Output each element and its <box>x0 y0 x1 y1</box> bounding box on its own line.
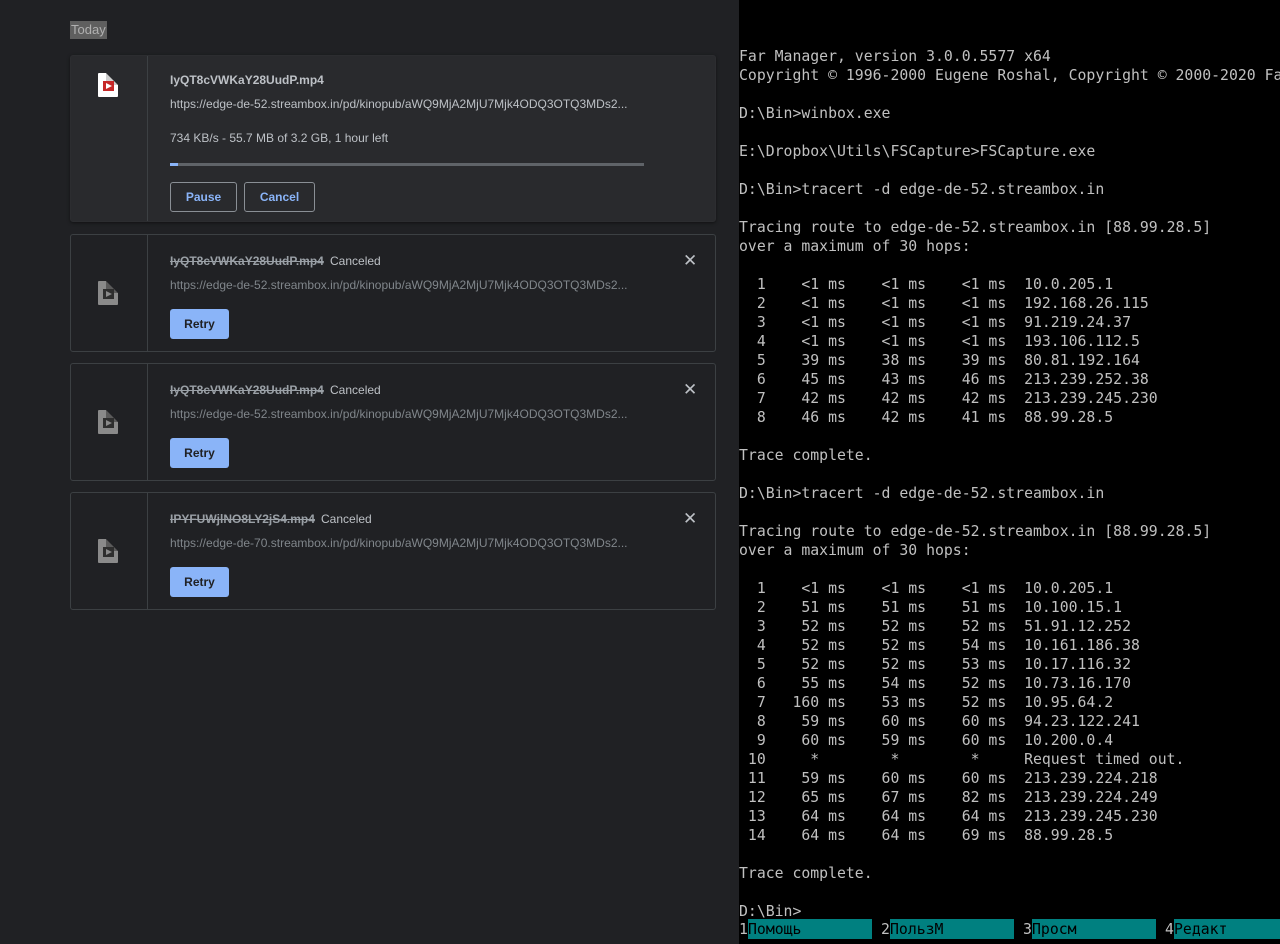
console-line: 8 59 ms 60 ms 60 ms 94.23.122.241 <box>739 713 1140 730</box>
card-divider <box>147 235 148 351</box>
console-line: 11 59 ms 60 ms 60 ms 213.239.224.218 <box>739 770 1158 787</box>
key-label: Помощь <box>748 919 872 939</box>
console-line: 9 60 ms 59 ms 60 ms 10.200.0.4 <box>739 732 1114 749</box>
console-line: Tracing route to edge-de-52.streambox.in… <box>739 219 1212 236</box>
console-line: Copyright © 1996-2000 Eugene Roshal, Cop… <box>739 67 1280 84</box>
video-file-icon <box>98 281 118 305</box>
console-line: 13 64 ms 64 ms 64 ms 213.239.245.230 <box>739 808 1158 825</box>
console-line: 1 <1 ms <1 ms <1 ms 10.0.205.1 <box>739 276 1114 293</box>
close-icon[interactable]: ✕ <box>683 510 697 527</box>
retry-button[interactable]: Retry <box>170 309 229 339</box>
download-file-name[interactable]: IyQT8cVWKaY28UudP.mp4 <box>170 73 324 87</box>
close-icon[interactable]: ✕ <box>683 252 697 269</box>
console-line: over a maximum of 30 hops: <box>739 542 971 559</box>
video-file-icon <box>98 539 118 563</box>
console-line: 12 65 ms 67 ms 82 ms 213.239.224.249 <box>739 789 1158 806</box>
download-progress-bar <box>170 163 644 166</box>
video-file-icon <box>98 73 118 97</box>
download-file-name: IyQT8cVWKaY28UudP.mp4 <box>170 254 324 268</box>
download-item-in-progress: IyQT8cVWKaY28UudP.mp4 https://edge-de-52… <box>70 55 716 222</box>
card-divider <box>147 56 148 221</box>
console-line: 7 42 ms 42 ms 42 ms 213.239.245.230 <box>739 390 1158 407</box>
key-number: 2 <box>881 921 890 938</box>
key-number: 1 <box>739 921 748 938</box>
download-status: Canceled <box>330 383 381 397</box>
console-line: 4 52 ms 52 ms 54 ms 10.161.186.38 <box>739 637 1140 654</box>
download-file-name: IPYFUWjlNO8LY2jS4.mp4 <box>170 512 315 526</box>
cancel-button[interactable]: Cancel <box>244 182 315 212</box>
function-key-bar: 1 Помощь 2 ПользМ 3 Просм 4 Редакт <box>739 919 1280 940</box>
download-item-canceled: IyQT8cVWKaY28UudP.mp4 Canceled ✕ https:/… <box>70 234 716 352</box>
console-line: 5 52 ms 52 ms 53 ms 10.17.116.32 <box>739 656 1131 673</box>
console-line: 4 <1 ms <1 ms <1 ms 193.106.112.5 <box>739 333 1140 350</box>
date-group-label: Today <box>70 21 107 39</box>
console-line: 3 <1 ms <1 ms <1 ms 91.219.24.37 <box>739 314 1131 331</box>
download-status: Canceled <box>330 254 381 268</box>
download-progress-fill <box>170 163 178 166</box>
console-line: 5 39 ms 38 ms 39 ms 80.81.192.164 <box>739 352 1140 369</box>
download-url: https://edge-de-70.streambox.in/pd/kinop… <box>170 536 628 550</box>
download-status: Canceled <box>321 512 372 526</box>
console-output: Far Manager, version 3.0.0.5577 x64 Copyr… <box>739 47 1280 921</box>
key-number: 3 <box>1023 921 1032 938</box>
console-line: 6 45 ms 43 ms 46 ms 213.239.252.38 <box>739 371 1149 388</box>
console-line: D:\Bin>tracert -d edge-de-52.streambox.i… <box>739 485 1105 502</box>
download-item-canceled: IyQT8cVWKaY28UudP.mp4 Canceled ✕ https:/… <box>70 363 716 481</box>
console-line: 2 <1 ms <1 ms <1 ms 192.168.26.115 <box>739 295 1149 312</box>
console-line: 8 46 ms 42 ms 41 ms 88.99.28.5 <box>739 409 1114 426</box>
close-icon[interactable]: ✕ <box>683 381 697 398</box>
console-line: 6 55 ms 54 ms 52 ms 10.73.16.170 <box>739 675 1131 692</box>
console-window[interactable]: Far Manager, version 3.0.0.5577 x64 Copyr… <box>739 0 1280 944</box>
console-line: E:\Dropbox\Utils\FSCapture>FSCapture.exe <box>739 143 1096 160</box>
console-line: 3 52 ms 52 ms 52 ms 51.91.12.252 <box>739 618 1131 635</box>
download-item-canceled: IPYFUWjlNO8LY2jS4.mp4 Canceled ✕ https:/… <box>70 492 716 610</box>
console-line: 14 64 ms 64 ms 69 ms 88.99.28.5 <box>739 827 1114 844</box>
download-progress-text: 734 KB/s - 55.7 MB of 3.2 GB, 1 hour lef… <box>170 131 389 145</box>
card-divider <box>147 364 148 480</box>
key-label: Просм <box>1032 919 1156 939</box>
console-line: Trace complete. <box>739 865 873 882</box>
key-number: 4 <box>1165 921 1174 938</box>
console-line: Far Manager, version 3.0.0.5577 x64 <box>739 48 1051 65</box>
retry-button[interactable]: Retry <box>170 567 229 597</box>
console-line: 2 51 ms 51 ms 51 ms 10.100.15.1 <box>739 599 1123 616</box>
download-url[interactable]: https://edge-de-52.streambox.in/pd/kinop… <box>170 97 645 111</box>
console-line: over a maximum of 30 hops: <box>739 238 971 255</box>
key-label: Редакт <box>1174 919 1280 939</box>
download-url: https://edge-de-52.streambox.in/pd/kinop… <box>170 278 628 292</box>
console-line: Trace complete. <box>739 447 873 464</box>
pause-button[interactable]: Pause <box>170 182 237 212</box>
console-line: Tracing route to edge-de-52.streambox.in… <box>739 523 1212 540</box>
retry-button[interactable]: Retry <box>170 438 229 468</box>
console-line: 10 * * * Request timed out. <box>739 751 1185 768</box>
console-line: 7 160 ms 53 ms 52 ms 10.95.64.2 <box>739 694 1114 711</box>
key-label: ПользМ <box>890 919 1014 939</box>
download-url: https://edge-de-52.streambox.in/pd/kinop… <box>170 407 628 421</box>
downloads-panel: Today IyQT8cVWKaY28UudP.mp4 https://edge… <box>0 0 739 944</box>
console-line: 1 <1 ms <1 ms <1 ms 10.0.205.1 <box>739 580 1114 597</box>
console-line: D:\Bin>tracert -d edge-de-52.streambox.i… <box>739 181 1105 198</box>
video-file-icon <box>98 410 118 434</box>
download-file-name: IyQT8cVWKaY28UudP.mp4 <box>170 383 324 397</box>
console-line: D:\Bin>winbox.exe <box>739 105 891 122</box>
card-divider <box>147 493 148 609</box>
